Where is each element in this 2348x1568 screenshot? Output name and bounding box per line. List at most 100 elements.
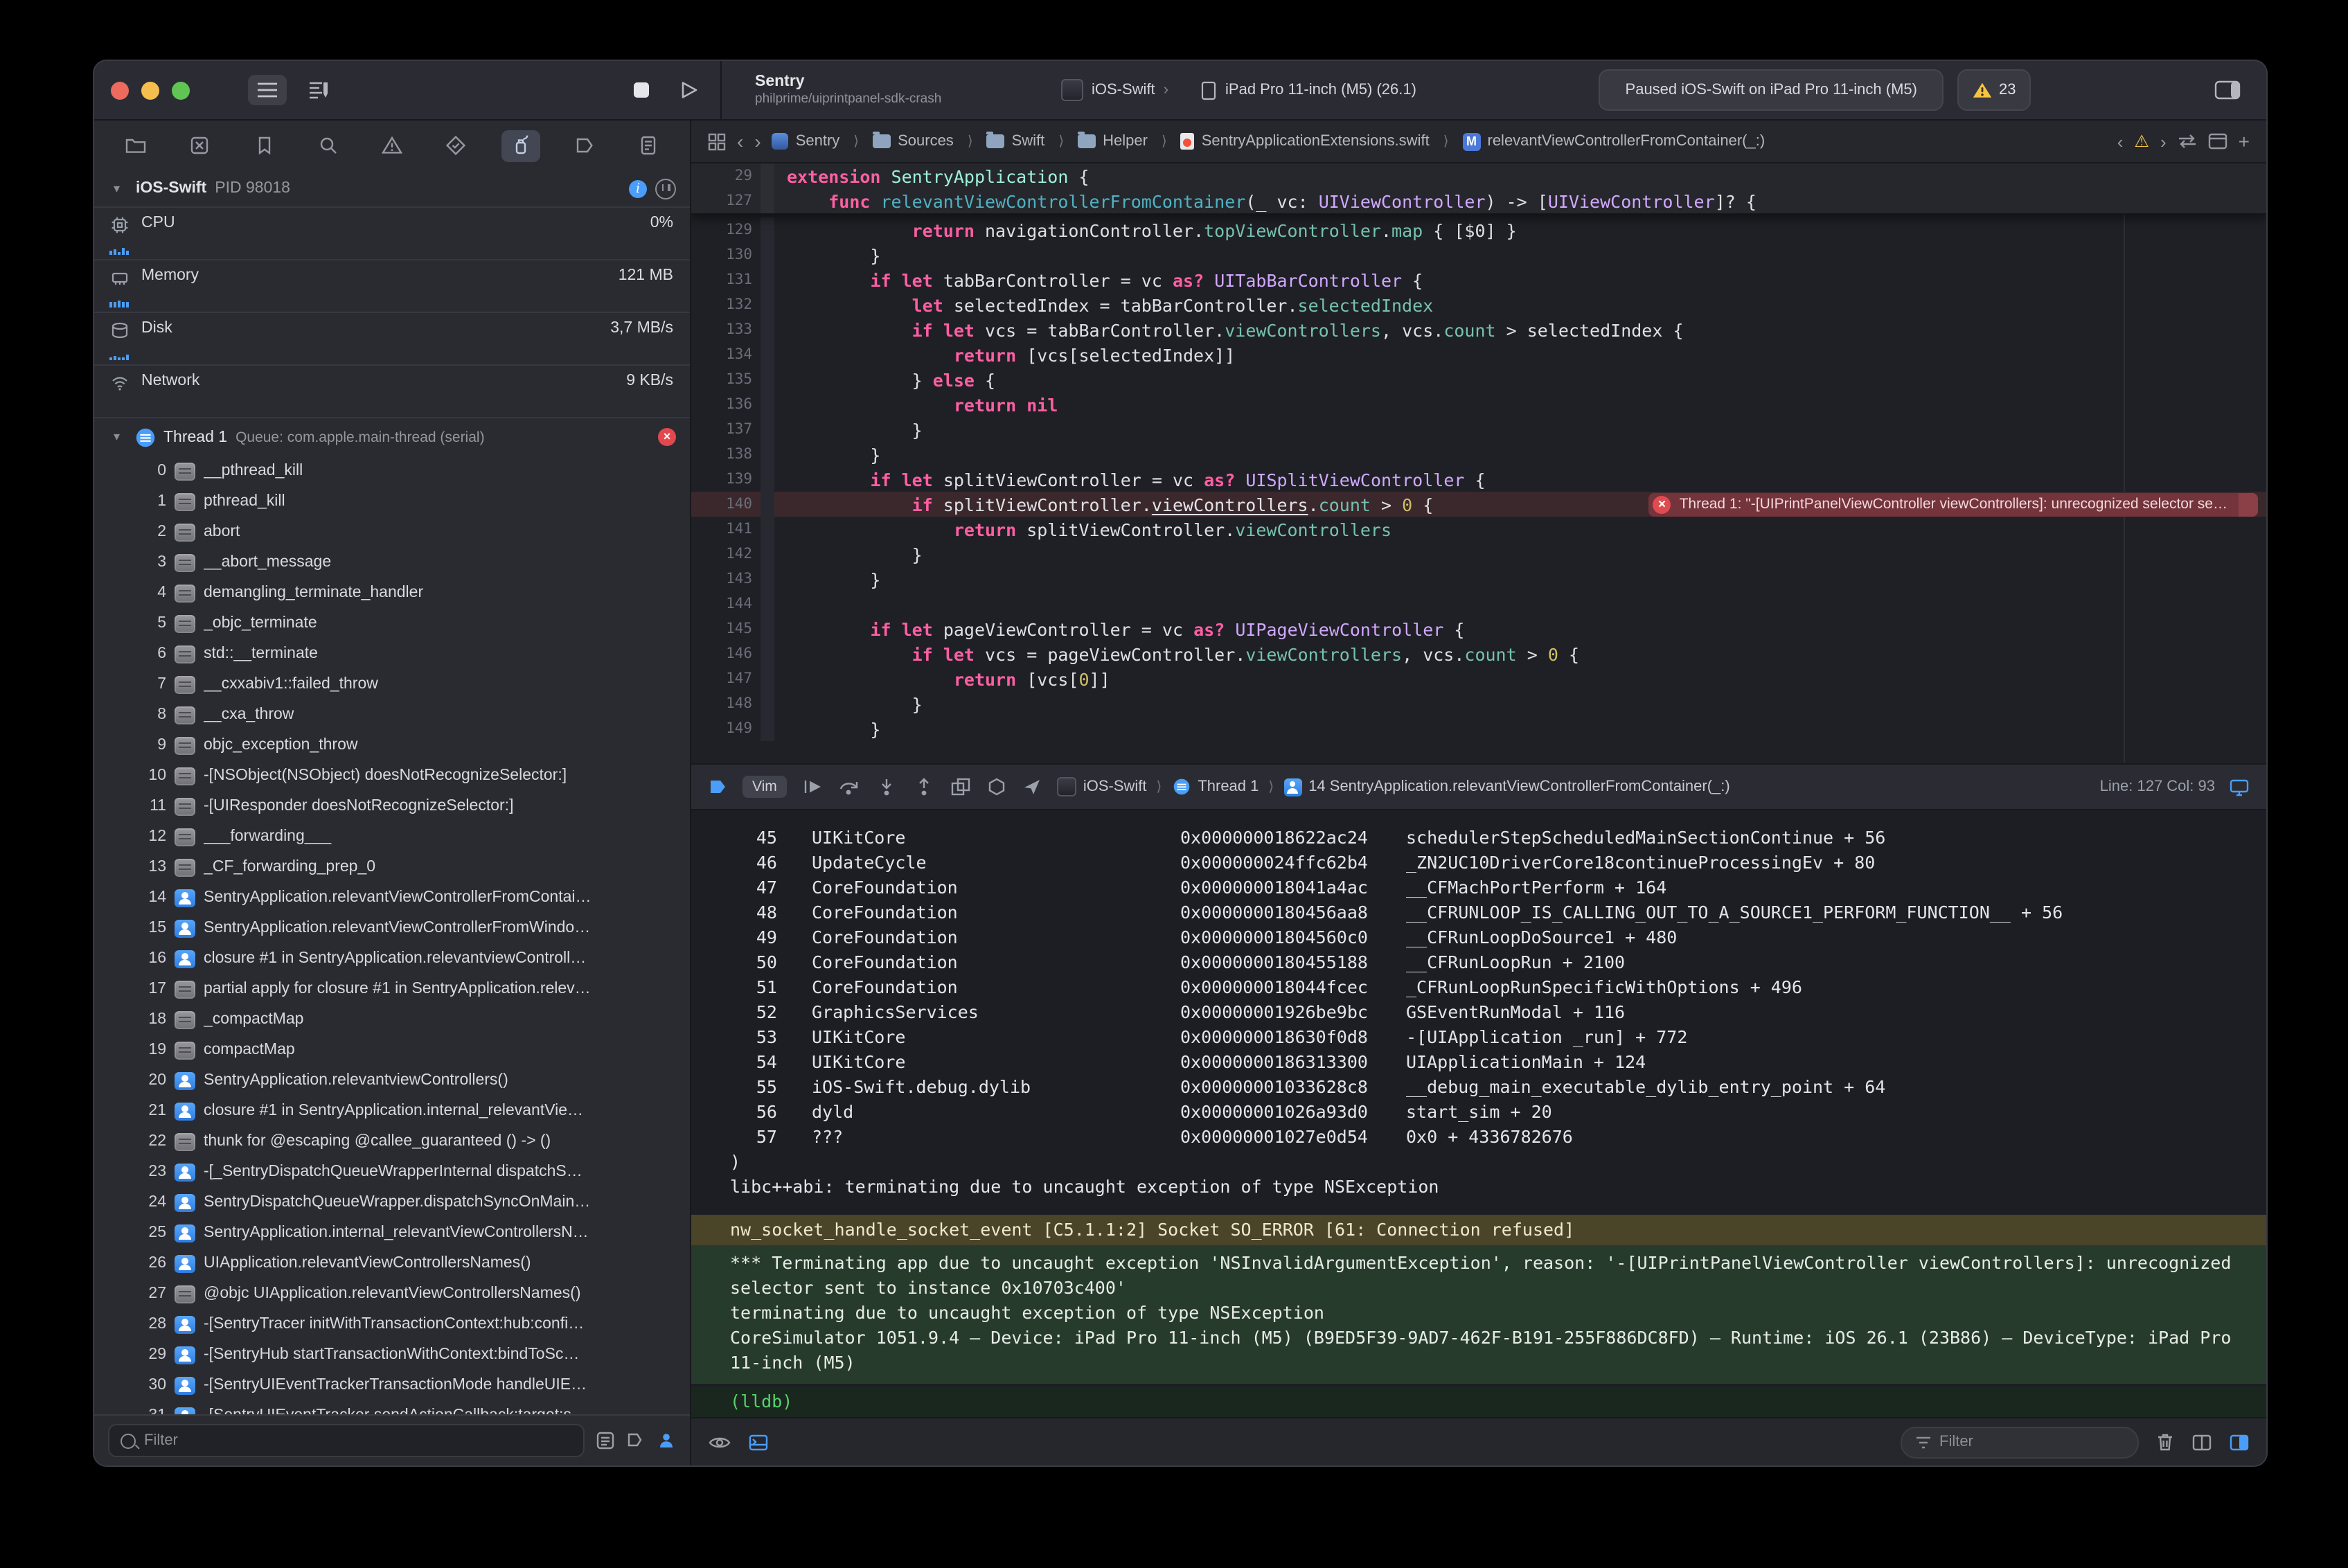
code-line-29[interactable]: 29extension SentryApplication { xyxy=(691,163,2266,188)
flatten-frames-icon[interactable] xyxy=(626,1431,646,1450)
line-number[interactable]: 130 xyxy=(691,247,761,263)
tests-navigator-icon[interactable] xyxy=(437,130,476,161)
code-line-134[interactable]: 134 return [vcs[selectedIndex]] xyxy=(691,342,2266,367)
line-number[interactable]: 137 xyxy=(691,421,761,438)
source-control-icon[interactable] xyxy=(181,130,220,161)
code-line-140[interactable]: 140 if splitViewController.viewControlle… xyxy=(691,492,2266,517)
line-number[interactable]: 149 xyxy=(691,720,761,737)
issues-navigator-icon[interactable] xyxy=(373,130,411,161)
stack-frame-25[interactable]: 25SentryApplication.internal_relevantVie… xyxy=(94,1218,690,1248)
line-number[interactable]: 146 xyxy=(691,645,761,662)
line-number[interactable]: 142 xyxy=(691,546,761,562)
breadcrumb-sources[interactable]: Sources xyxy=(873,133,954,150)
code-line-136[interactable]: 136 return nil xyxy=(691,392,2266,417)
line-number[interactable]: 132 xyxy=(691,296,761,313)
line-number[interactable]: 140 xyxy=(691,496,761,513)
inspector-toggle-icon[interactable] xyxy=(2205,73,2250,107)
stack-frame-18[interactable]: 18_compactMap xyxy=(94,1004,690,1035)
variables-view-toggle-icon[interactable] xyxy=(2191,1433,2212,1451)
stack-frame-15[interactable]: 15SentryApplication.relevantViewControll… xyxy=(94,913,690,943)
console-toggle-icon[interactable] xyxy=(2229,1433,2250,1451)
stop-button[interactable] xyxy=(623,75,659,105)
navigator-style-icon[interactable] xyxy=(248,75,287,105)
stack-frame-20[interactable]: 20SentryApplication.relevantviewControll… xyxy=(94,1065,690,1096)
code-line-145[interactable]: 145 if let pageViewController = vc as? U… xyxy=(691,616,2266,641)
stack-frame-14[interactable]: 14SentryApplication.relevantViewControll… xyxy=(94,882,690,913)
stack-frame-2[interactable]: 2abort xyxy=(94,517,690,547)
stack-frame-4[interactable]: 4demangling_terminate_handler xyxy=(94,578,690,608)
console-filter-input[interactable]: Filter xyxy=(1901,1426,2139,1458)
line-number[interactable]: 138 xyxy=(691,446,761,463)
code-line-146[interactable]: 146 if let vcs = pageViewController.view… xyxy=(691,641,2266,666)
source-editor[interactable]: 29extension SentryApplication {127 func … xyxy=(691,163,2266,763)
stack-frame-5[interactable]: 5_objc_terminate xyxy=(94,608,690,639)
project-navigator-icon[interactable] xyxy=(116,130,155,161)
debug-navigator-icon[interactable] xyxy=(501,130,540,161)
memory-graph-icon[interactable] xyxy=(986,777,1007,796)
code-line-147[interactable]: 147 return [vcs[0]] xyxy=(691,666,2266,691)
line-number[interactable]: 127 xyxy=(691,193,761,209)
code-line-131[interactable]: 131 if let tabBarController = vc as? UIT… xyxy=(691,267,2266,292)
line-number[interactable]: 139 xyxy=(691,471,761,488)
issues-badge[interactable]: 23 xyxy=(1957,69,2031,111)
stack-frame-26[interactable]: 26UIApplication.relevantViewControllersN… xyxy=(94,1248,690,1279)
stack-frame-11[interactable]: 11-[UIResponder doesNotRecognizeSelector… xyxy=(94,791,690,821)
find-navigator-icon[interactable] xyxy=(309,130,348,161)
line-number[interactable]: 148 xyxy=(691,695,761,712)
error-annotation[interactable]: ×Thread 1: "-[UIPrintPanelViewController… xyxy=(1649,492,2258,516)
breadcrumb-helper[interactable]: Helper xyxy=(1078,133,1148,150)
stack-frame-19[interactable]: 19compactMap xyxy=(94,1035,690,1065)
code-line-130[interactable]: 130 } xyxy=(691,242,2266,267)
back-icon[interactable]: ‹ xyxy=(737,130,743,152)
line-number[interactable]: 29 xyxy=(691,168,761,184)
disclosure-chevron-icon[interactable]: ▾ xyxy=(114,429,127,445)
debug-process[interactable]: iOS-Swift xyxy=(1083,778,1147,795)
breakpoints-toggle-icon[interactable] xyxy=(708,777,727,796)
zoom-button[interactable] xyxy=(172,81,190,99)
disclosure-chevron-icon[interactable]: ▾ xyxy=(114,181,127,196)
stack-frame-16[interactable]: 16closure #1 in SentryApplication.releva… xyxy=(94,943,690,974)
stack-frame-1[interactable]: 1pthread_kill xyxy=(94,486,690,517)
stack-frame-28[interactable]: 28-[SentryTracer initWithTransactionCont… xyxy=(94,1309,690,1339)
code-line-141[interactable]: 141 return splitViewController.viewContr… xyxy=(691,517,2266,542)
debug-frame[interactable]: 14 SentryApplication.relevantViewControl… xyxy=(1308,778,1730,795)
code-line-139[interactable]: 139 if let splitViewController = vc as? … xyxy=(691,467,2266,492)
code-line-132[interactable]: 132 let selectedIndex = tabBarController… xyxy=(691,292,2266,317)
stack-frame-24[interactable]: 24SentryDispatchQueueWrapper.dispatchSyn… xyxy=(94,1187,690,1218)
line-number[interactable]: 147 xyxy=(691,670,761,687)
vim-mode-badge[interactable]: Vim xyxy=(742,776,787,798)
line-number[interactable]: 129 xyxy=(691,222,761,238)
breadcrumb-method[interactable]: MrelevantViewControllerFromContainer(_:) xyxy=(1463,132,1766,150)
editor-notes-icon[interactable] xyxy=(299,75,338,105)
line-number[interactable]: 134 xyxy=(691,346,761,363)
debug-console[interactable]: 45UIKitCore0x000000018622ac24schedulerSt… xyxy=(691,810,2266,1417)
minimize-button[interactable] xyxy=(141,81,159,99)
forward-icon[interactable]: › xyxy=(754,130,761,152)
line-number[interactable]: 144 xyxy=(691,596,761,612)
activity-viewer[interactable]: Sentry philprime/uiprintpanel-sdk-crash xyxy=(738,73,1039,107)
simulate-location-icon[interactable] xyxy=(1022,777,1042,796)
stack-frame-13[interactable]: 13_CF_forwarding_prep_0 xyxy=(94,852,690,882)
stack-frame-22[interactable]: 22thunk for @escaping @callee_guaranteed… xyxy=(94,1126,690,1157)
step-out-icon[interactable] xyxy=(913,777,935,796)
code-line-144[interactable]: 144 xyxy=(691,591,2266,616)
editor-options-icon[interactable] xyxy=(2208,133,2227,150)
swap-editor-icon[interactable] xyxy=(2178,133,2197,150)
line-number[interactable]: 145 xyxy=(691,621,761,637)
stack-frame-0[interactable]: 0__pthread_kill xyxy=(94,456,690,486)
code-line-148[interactable]: 148 } xyxy=(691,691,2266,716)
stack-frame-23[interactable]: 23-[_SentryDispatchQueueWrapperInternal … xyxy=(94,1157,690,1187)
gauge-memory[interactable]: Memory 121 MB xyxy=(94,259,690,312)
info-icon[interactable]: i xyxy=(629,179,647,197)
line-number[interactable]: 143 xyxy=(691,571,761,587)
stack-frame-21[interactable]: 21closure #1 in SentryApplication.intern… xyxy=(94,1096,690,1126)
related-items-icon[interactable] xyxy=(708,132,726,150)
show-user-frames-icon[interactable] xyxy=(657,1431,676,1450)
quicklook-eye-icon[interactable] xyxy=(708,1433,731,1451)
stack-frame-27[interactable]: 27@objc UIApplication.relevantViewContro… xyxy=(94,1279,690,1309)
breadcrumb-project[interactable]: Sentry xyxy=(772,133,840,150)
destination-selector[interactable]: iPad Pro 11-inch (M5) (26.1) xyxy=(1191,74,1425,106)
process-row[interactable]: ▾ iOS-Swift PID 98018 i xyxy=(94,170,690,206)
view-debugger-icon[interactable] xyxy=(950,777,971,796)
line-number[interactable]: 133 xyxy=(691,321,761,338)
